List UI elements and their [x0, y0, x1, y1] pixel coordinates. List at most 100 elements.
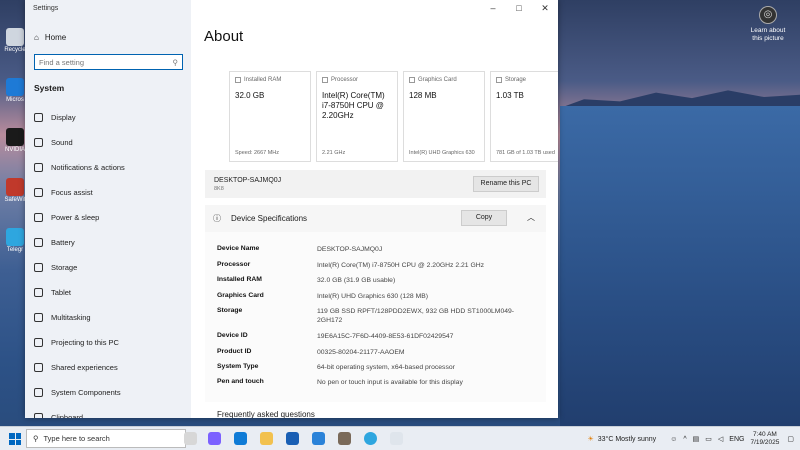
spec-value: No pen or touch input is available for t…	[317, 379, 463, 386]
store-icon[interactable]	[286, 432, 299, 445]
info-icon: ⓘ	[213, 214, 221, 223]
edge-icon[interactable]	[234, 432, 247, 445]
desktop-icon[interactable]: Micros	[4, 78, 26, 103]
card-value: 1.03 TB	[496, 91, 524, 100]
sidebar-item-label: Focus assist	[51, 188, 93, 197]
storage-icon	[34, 263, 43, 272]
sidebar-item-label: Battery	[51, 238, 75, 247]
card-icon	[496, 77, 502, 83]
learn-about-picture[interactable]: ◎ Learn about this picture	[746, 6, 790, 43]
sidebar-item-clipboard[interactable]: Clipboard	[34, 413, 83, 418]
card-header: Graphics Card	[409, 77, 479, 83]
copy-button[interactable]: Copy	[461, 210, 507, 226]
spec-row: Device ID 19E6A15C-7F6D-4409-8E53-61DF024…	[217, 332, 527, 341]
wallpaper-mountains	[560, 90, 800, 108]
search-input[interactable]: Find a setting ⚲	[34, 54, 183, 70]
pc-name-strip: DESKTOP-SAJMQ0J 8K8 Rename this PC	[205, 170, 546, 198]
taskbar-search[interactable]: ⚲ Type here to search	[26, 429, 186, 448]
copilot-icon[interactable]	[208, 432, 221, 445]
sidebar-item-battery[interactable]: Battery	[34, 238, 75, 247]
file-explorer-icon[interactable]	[260, 432, 273, 445]
spec-row: Installed RAM 32.0 GB (31.9 GB usable)	[217, 276, 527, 285]
weather-text[interactable]: 33°C Mostly sunny	[598, 436, 656, 443]
sidebar-item-components[interactable]: System Components	[34, 388, 121, 397]
volume-icon[interactable]: ◁	[718, 435, 723, 443]
notifications-icon[interactable]: ▢	[787, 435, 794, 443]
rename-pc-button[interactable]: Rename this PC	[473, 176, 539, 192]
info-card: Graphics Card 128 MB Intel(R) UHD Graphics…	[403, 71, 485, 162]
main-content: – □ ✕ About Installed RAM 32.0 GB Speed: 2…	[191, 0, 558, 418]
sidebar-item-label: Multitasking	[51, 313, 91, 322]
sidebar-item-tablet[interactable]: Tablet	[34, 288, 71, 297]
settings-gear-icon[interactable]	[390, 432, 403, 445]
network-icon[interactable]: ▤	[693, 435, 700, 443]
chevron-up-icon[interactable]: ︿	[527, 212, 535, 223]
spec-value: DESKTOP-SAJMQ0J	[317, 246, 383, 253]
sidebar-item-storage[interactable]: Storage	[34, 263, 77, 272]
pc-subtitle: 8K8	[214, 186, 224, 192]
sidebar-item-label: Projecting to this PC	[51, 338, 119, 347]
window-controls: – □ ✕	[480, 0, 558, 18]
power-icon	[34, 213, 43, 222]
card-icon	[409, 77, 415, 83]
people-icon[interactable]: ☺	[670, 436, 677, 443]
clipboard-icon	[34, 413, 43, 418]
sidebar-item-label: Shared experiences	[51, 363, 118, 372]
page-title: About	[204, 28, 244, 45]
info-card: Processor Intel(R) Core(TM) i7-8750H CPU …	[316, 71, 398, 162]
sidebar-item-power[interactable]: Power & sleep	[34, 213, 99, 222]
faq-heading: Frequently asked questions	[217, 410, 315, 418]
minimize-button[interactable]: –	[480, 0, 506, 18]
sidebar-item-display[interactable]: Display	[34, 113, 76, 122]
desktop-icon-label: SafeWit	[4, 197, 26, 203]
home-link[interactable]: ⌂ Home	[34, 33, 66, 42]
mail-icon[interactable]	[312, 432, 325, 445]
app-icon	[6, 228, 24, 246]
spec-key: Graphics Card	[217, 292, 264, 299]
battery-icon[interactable]: ▭	[705, 435, 712, 443]
sidebar-item-sound[interactable]: Sound	[34, 138, 73, 147]
clock-date: 7/19/2025	[750, 439, 780, 446]
spec-value: 19E6A15C-7F6D-4409-8E53-61DF02429547	[317, 333, 454, 340]
desktop-icon-label: NVIDIA	[4, 147, 25, 153]
card-subtext: Speed: 2667 MHz	[235, 150, 280, 156]
desktop-icon[interactable]: SafeWit	[4, 178, 26, 203]
start-button[interactable]	[9, 433, 21, 445]
sidebar-item-label: Tablet	[51, 288, 72, 297]
clock[interactable]: 7:40 AM 7/19/2025	[750, 431, 779, 447]
sidebar-item-multitasking[interactable]: Multitasking	[34, 313, 91, 322]
sidebar-item-moon[interactable]: Focus assist	[34, 188, 93, 197]
desktop-icon[interactable]: NVIDIA	[4, 128, 26, 153]
settings-window: Settings ⌂ Home Find a setting ⚲ System …	[25, 0, 558, 418]
spec-key: Pen and touch	[217, 378, 264, 385]
desktop-icon[interactable]: Recycle	[4, 28, 26, 53]
spec-row: Storage 119 GB SSD RPFT/128PDD2EWX, 932 G…	[217, 307, 527, 325]
project-icon	[34, 338, 43, 347]
weather-icon: ☀	[587, 436, 594, 443]
spec-row: Processor Intel(R) Core(TM) i7-8750H CPU …	[217, 261, 527, 270]
desktop-icon-label: Micros	[6, 97, 24, 103]
app-icon[interactable]	[338, 432, 351, 445]
chevron-up-icon[interactable]: ^	[683, 436, 686, 443]
language-indicator[interactable]: ENG	[729, 436, 744, 443]
close-button[interactable]: ✕	[532, 0, 558, 18]
spec-value: 119 GB SSD RPFT/128PDD2EWX, 932 GB HDD S…	[317, 308, 515, 325]
device-specs-header[interactable]: ⓘ Device Specifications Copy ︿	[205, 205, 546, 232]
display-icon	[34, 113, 43, 122]
spec-key: Product ID	[217, 348, 252, 355]
sidebar-item-project[interactable]: Projecting to this PC	[34, 338, 119, 347]
components-icon	[34, 388, 43, 397]
learn-label: Learn about this picture	[750, 27, 786, 42]
desktop-icon[interactable]: Telegr	[4, 228, 26, 253]
telegram-icon[interactable]	[364, 432, 377, 445]
desktop-icon-label: Recycle	[4, 47, 26, 53]
task-view-icon[interactable]	[184, 432, 197, 445]
card-subtext: 781 GB of 1.03 TB used	[496, 150, 555, 156]
sidebar-item-shared[interactable]: Shared experiences	[34, 363, 118, 372]
maximize-button[interactable]: □	[506, 0, 532, 18]
spec-key: Storage	[217, 307, 243, 314]
card-header: Storage	[496, 77, 558, 83]
card-title: Processor	[331, 77, 359, 83]
wallpaper-water	[560, 106, 800, 426]
sidebar-item-notifications[interactable]: Notifications & actions	[34, 163, 125, 172]
